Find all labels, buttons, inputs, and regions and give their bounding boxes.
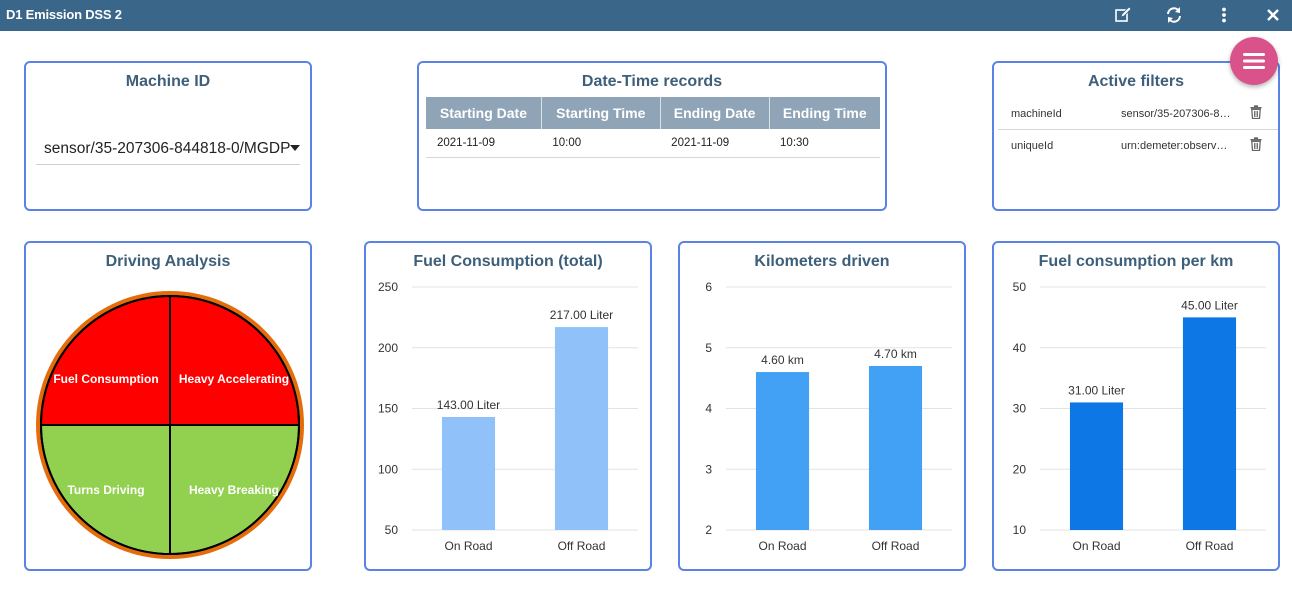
y-tick-label: 150 [378,402,398,416]
y-tick-label: 30 [1013,402,1027,416]
title-bar: D1 Emission DSS 2 [0,0,1292,31]
quadrant-label: Heavy Breaking [189,483,279,497]
machine-id-select[interactable]: sensor/35-207306-844818-0/MGDP [36,137,300,165]
machine-id-title: Machine ID [125,73,211,90]
y-tick-label: 250 [378,280,398,294]
bar[interactable] [441,417,496,530]
x-tick-label: On Road [444,539,492,553]
datetime-table: Starting Date Starting Time Ending Date … [426,97,880,158]
filter-value: urn:demeter:observation [1121,140,1231,152]
data-label: 31.00 Liter [1068,383,1125,397]
y-tick-label: 100 [378,462,398,476]
filter-row: machineId sensor/35-207306-844818-0/MGDP [998,98,1278,130]
bar[interactable] [1069,402,1124,530]
data-label: 4.60 km [761,353,804,367]
x-tick-label: Off Road [872,539,920,553]
table-cell: 10:30 [769,129,880,158]
km-driven-bar-chart: 2 3 4 5 6 4.60 km On Road 4.70 km Off Road [705,280,952,553]
active-filters-panel: Active filters machineId sensor/35-20730… [992,61,1280,211]
driving-analysis-title: Driving Analysis [105,253,231,270]
y-tick-label: 200 [378,341,398,355]
x-tick-label: Off Road [558,539,606,553]
fuel-total-chart-panel: Fuel Consumption (total) 50 100 150 200 250 1… [364,241,652,571]
data-label: 45.00 Liter [1181,298,1238,312]
y-tick-label: 50 [1013,280,1027,294]
column-header[interactable]: Starting Time [541,97,661,129]
chevron-down-icon [290,145,300,151]
datetime-panel: Date-Time records Starting Date Starting… [417,61,887,211]
table-header-row: Starting Date Starting Time Ending Date … [426,97,880,129]
driving-analysis-wheel: Fuel Consumption Heavy Accelerating Turn… [36,291,304,559]
filter-key: machineId [1011,108,1062,120]
column-header[interactable]: Ending Time [769,97,880,129]
y-tick-label: 6 [705,280,712,294]
trash-icon[interactable] [1250,105,1262,122]
y-tick-label: 5 [705,341,712,355]
window-title: D1 Emission DSS 2 [6,7,122,22]
column-header[interactable]: Ending Date [660,97,770,129]
y-tick-label: 20 [1013,462,1027,476]
filter-value: sensor/35-207306-844818-0/MGDP [1121,108,1231,120]
bar[interactable] [554,327,609,530]
bar[interactable] [868,365,923,530]
y-tick-label: 50 [385,523,399,537]
table-cell: 10:00 [541,129,661,158]
trash-icon[interactable] [1250,137,1262,154]
bar[interactable] [755,372,810,530]
quadrant-heavy-accelerating[interactable] [169,294,301,426]
x-tick-label: On Road [1072,539,1120,553]
menu-fab-button[interactable] [1230,37,1278,85]
fuel-per-km-bar-chart: 10 20 30 40 50 31.00 Liter On Road 45.00 Liter O… [1013,280,1266,553]
quadrant-fuel-consumption[interactable] [39,294,171,426]
y-tick-label: 40 [1013,341,1027,355]
x-tick-label: Off Road [1186,539,1234,553]
quadrant-label: Fuel Consumption [53,372,158,386]
data-label: 217.00 Liter [550,308,613,322]
refresh-icon[interactable] [1163,4,1185,26]
quadrant-label: Heavy Accelerating [179,372,289,386]
y-tick-label: 4 [705,402,712,416]
data-label: 143.00 Liter [437,398,500,412]
fuel-total-bar-chart: 50 100 150 200 250 143.00 Liter On Road 217.00 … [378,280,638,553]
edit-icon[interactable] [1112,4,1134,26]
driving-analysis-panel: Driving Analysis Fuel Consumption Heavy … [24,241,312,571]
data-label: 4.70 km [874,347,917,361]
datetime-title: Date-Time records [581,73,723,90]
table-cell: 2021-11-09 [660,129,770,158]
filter-key: uniqueId [1011,140,1054,152]
y-tick-label: 10 [1013,523,1027,537]
y-tick-label: 2 [705,523,712,537]
menu-icon [1243,53,1265,69]
quadrant-label: Turns Driving [67,483,144,497]
close-icon[interactable] [1262,4,1284,26]
km-driven-chart-panel: Kilometers driven 2 3 4 5 6 4.60 km On Road 4.7… [678,241,966,571]
machine-id-panel: Machine ID sensor/35-207306-844818-0/MGD… [24,61,312,211]
y-tick-label: 3 [705,462,712,476]
more-vert-icon[interactable] [1213,4,1235,26]
column-header[interactable]: Starting Date [426,97,542,129]
table-row[interactable]: 2021-11-09 10:00 2021-11-09 10:30 [426,129,880,158]
bar[interactable] [1182,317,1237,530]
filter-row: uniqueId urn:demeter:observation [998,130,1278,162]
fuel-per-km-chart-panel: Fuel consumption per km 10 20 30 40 50 31.00 … [992,241,1280,571]
x-tick-label: On Road [758,539,806,553]
table-cell: 2021-11-09 [426,129,542,158]
